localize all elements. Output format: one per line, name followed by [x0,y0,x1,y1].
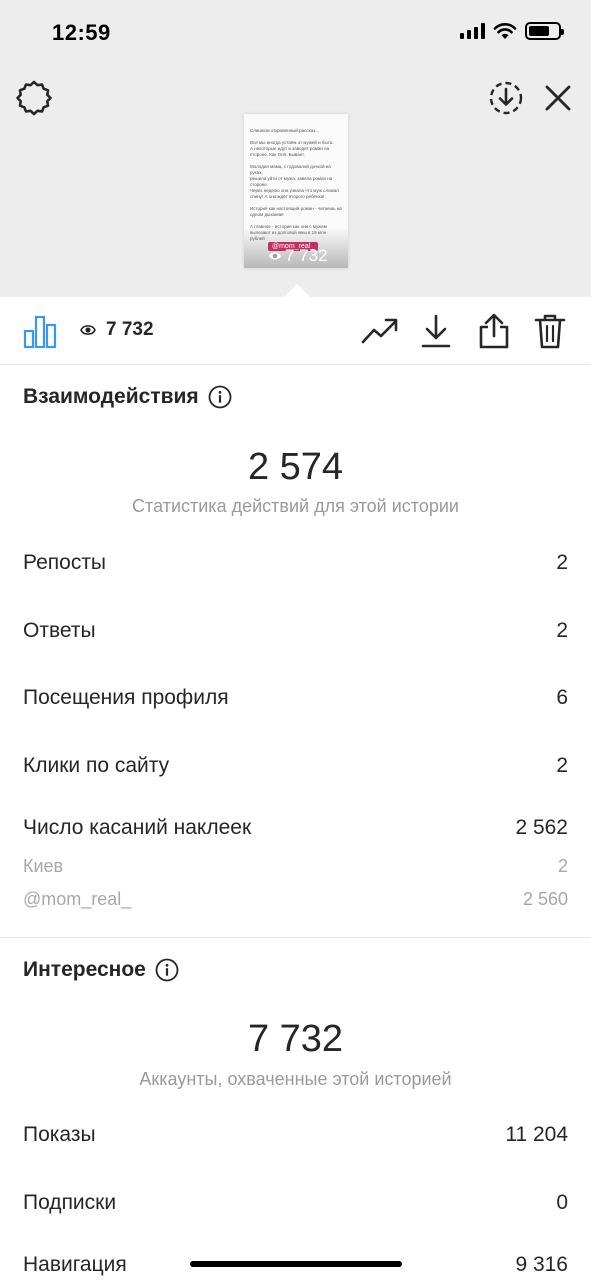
trash-icon [534,314,566,349]
download-button[interactable] [416,311,456,351]
info-icon[interactable] [155,958,179,982]
story-views-overlay: 7 732 [268,246,328,266]
eye-icon [269,252,281,260]
story-views-count: 7 732 [285,246,328,265]
story-text: Слишком откровенный рассказ... Все мы ин… [250,128,342,241]
thumbnail-pointer [284,284,310,297]
gear-icon [16,80,52,116]
share-button[interactable] [474,311,514,351]
stat-row-follows: Подписки 0 [23,1191,568,1214]
stat-row-sticker-taps: Число касаний наклеек 2 562 [23,816,568,839]
interactions-caption: Статистика действий для этой истории [132,496,459,516]
section-divider [0,937,591,938]
wifi-icon [493,23,517,39]
home-indicator[interactable] [190,1261,402,1267]
stat-row-reposts: Репосты 2 [23,551,568,574]
share-icon [479,313,509,349]
views-count: 7 732 [106,319,154,340]
info-icon[interactable] [208,385,232,409]
promote-button[interactable] [360,311,400,351]
cellular-signal-icon [460,23,485,39]
discovery-title: Интересное [23,958,179,982]
stat-row-impressions: Показы 11 204 [23,1123,568,1146]
stat-row-profile-visits: Посещения профиля 6 [23,686,568,709]
stat-subrow-location: Киев 2 [23,856,568,876]
stat-row-website-clicks: Клики по сайту 2 [23,754,568,777]
save-story-button[interactable] [486,78,526,118]
bar-chart-icon [23,315,57,349]
delete-button[interactable] [530,311,570,351]
close-button[interactable] [538,78,578,118]
story-preview-area: 12:59 Слишком откровенный рассказ... Все… [0,0,591,297]
settings-button[interactable] [14,78,54,118]
stat-subrow-mention: @mom_real_ 2 560 [23,889,568,909]
download-circle-icon [489,81,523,115]
insights-toolbar: 7 732 [0,297,591,365]
status-time: 12:59 [52,20,111,45]
interactions-title: Взаимодействия [23,385,232,409]
stat-row-replies: Ответы 2 [23,619,568,642]
download-icon [421,314,451,348]
insights-tab[interactable] [18,311,62,351]
interactions-total: 2 574 [247,446,344,488]
battery-icon [525,22,564,40]
eye-icon [80,325,96,335]
viewers-button[interactable]: 7 732 [80,319,154,341]
discovery-caption: Аккаунты, охваченные этой историей [139,1069,452,1089]
status-icons [460,22,564,40]
trending-up-icon [361,318,398,344]
story-thumbnail[interactable]: Слишком откровенный рассказ... Все мы ин… [244,114,348,268]
close-icon [545,85,571,111]
discovery-total: 7 732 [247,1018,344,1060]
